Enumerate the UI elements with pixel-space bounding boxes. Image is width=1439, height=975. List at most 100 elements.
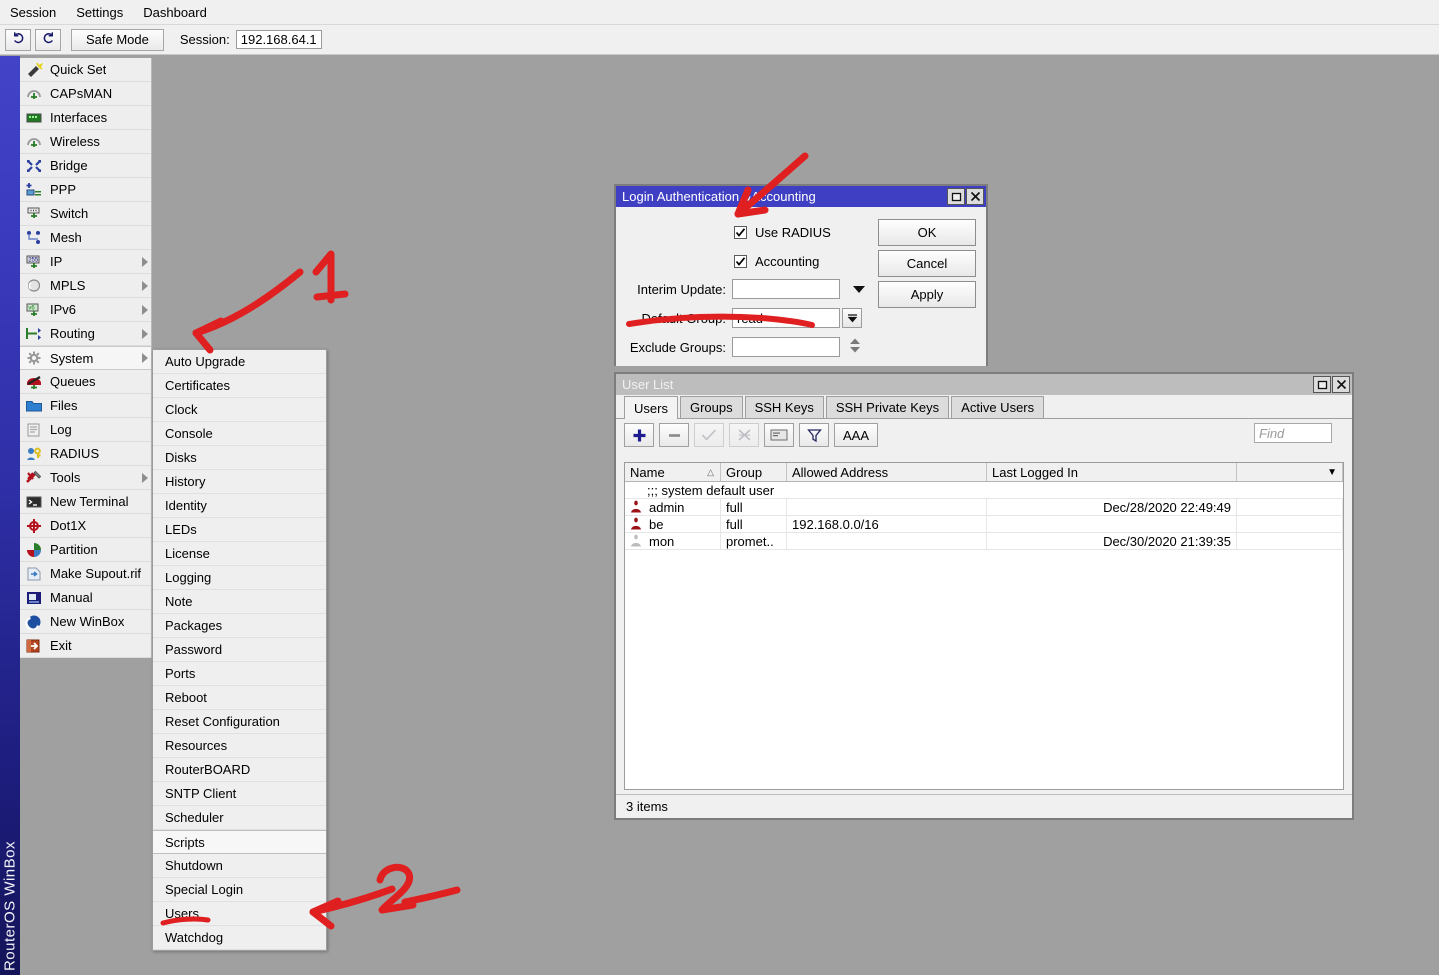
accounting-row[interactable]: Accounting — [734, 254, 819, 269]
submenu-item-sntp-client[interactable]: SNTP Client — [153, 782, 326, 806]
sidebar-item-mesh[interactable]: Mesh — [20, 226, 151, 250]
sidebar-item-new-terminal[interactable]: New Terminal — [20, 490, 151, 514]
cancel-button[interactable]: Cancel — [878, 250, 976, 277]
submenu-item-ports[interactable]: Ports — [153, 662, 326, 686]
tab-ssh-keys[interactable]: SSH Keys — [744, 396, 824, 418]
column-header-group[interactable]: Group — [721, 463, 787, 481]
sidebar-item-files[interactable]: Files — [20, 394, 151, 418]
submenu-item-license[interactable]: License — [153, 542, 326, 566]
submenu-item-password[interactable]: Password — [153, 638, 326, 662]
submenu-item-watchdog[interactable]: Watchdog — [153, 926, 326, 950]
default-group-dropdown-button[interactable] — [842, 308, 862, 328]
chevron-down-icon[interactable] — [852, 282, 866, 297]
use-radius-row[interactable]: Use RADIUS — [734, 225, 831, 240]
tab-users[interactable]: Users — [624, 396, 678, 419]
find-input[interactable]: Find — [1254, 423, 1332, 443]
submenu-item-resources[interactable]: Resources — [153, 734, 326, 758]
sidebar-item-capsman[interactable]: CAPsMAN — [20, 82, 151, 106]
user-list-titlebar[interactable]: User List — [616, 374, 1352, 395]
sidebar-item-manual[interactable]: Manual — [20, 586, 151, 610]
sidebar-item-mpls[interactable]: MPLS — [20, 274, 151, 298]
login-auth-titlebar[interactable]: Login Authentication &Accounting — [616, 186, 986, 207]
undo-button[interactable] — [5, 28, 31, 51]
submenu-item-reboot[interactable]: Reboot — [153, 686, 326, 710]
column-header-allowed-address[interactable]: Allowed Address — [787, 463, 987, 481]
sidebar-item-make-supout-rif[interactable]: Make Supout.rif — [20, 562, 151, 586]
ok-button[interactable]: OK — [878, 219, 976, 246]
spinner-up-down-icon[interactable] — [848, 337, 862, 357]
add-button[interactable] — [624, 423, 654, 447]
sidebar-item-ppp[interactable]: PPP — [20, 178, 151, 202]
sidebar-item-queues[interactable]: Queues — [20, 370, 151, 394]
submenu-item-auto-upgrade[interactable]: Auto Upgrade — [153, 350, 326, 374]
sidebar-item-ipv6[interactable]: v6 IPv6 — [20, 298, 151, 322]
close-icon[interactable] — [1332, 376, 1350, 393]
sidebar-item-new-winbox[interactable]: New WinBox — [20, 610, 151, 634]
sidebar-item-switch[interactable]: Switch — [20, 202, 151, 226]
sidebar-item-partition[interactable]: Partition — [20, 538, 151, 562]
sidebar-item-system[interactable]: System — [20, 346, 151, 370]
submenu-item-note[interactable]: Note — [153, 590, 326, 614]
sidebar-item-quick-set[interactable]: Quick Set — [20, 58, 151, 82]
submenu-item-certificates[interactable]: Certificates — [153, 374, 326, 398]
sidebar-item-routing[interactable]: Routing — [20, 322, 151, 346]
submenu-item-disks[interactable]: Disks — [153, 446, 326, 470]
submenu-item-clock[interactable]: Clock — [153, 398, 326, 422]
remove-button[interactable] — [659, 423, 689, 447]
apply-button[interactable]: Apply — [878, 281, 976, 308]
column-header-name[interactable]: Name △ — [625, 463, 721, 481]
submenu-item-identity[interactable]: Identity — [153, 494, 326, 518]
submenu-item-shutdown[interactable]: Shutdown — [153, 854, 326, 878]
tab-active-users[interactable]: Active Users — [951, 396, 1045, 418]
submenu-item-history[interactable]: History — [153, 470, 326, 494]
submenu-item-routerboard[interactable]: RouterBOARD — [153, 758, 326, 782]
column-header-menu[interactable]: ▼ — [1237, 463, 1343, 481]
submenu-item-special-login[interactable]: Special Login — [153, 878, 326, 902]
submenu-item-console[interactable]: Console — [153, 422, 326, 446]
submenu-item-leds[interactable]: LEDs — [153, 518, 326, 542]
disable-button[interactable] — [729, 423, 759, 447]
menu-item-dashboard[interactable]: Dashboard — [133, 2, 217, 23]
sidebar-item-radius[interactable]: RADIUS — [20, 442, 151, 466]
sidebar-item-tools[interactable]: Tools — [20, 466, 151, 490]
submenu-item-reset-configuration[interactable]: Reset Configuration — [153, 710, 326, 734]
tab-groups[interactable]: Groups — [679, 396, 743, 418]
enable-button[interactable] — [694, 423, 724, 447]
table-row[interactable]: mon promet.. Dec/30/2020 21:39:35 — [625, 533, 1343, 550]
submenu-item-users[interactable]: Users — [153, 902, 326, 926]
sidebar-item-log[interactable]: Log — [20, 418, 151, 442]
comment-row[interactable]: ;;; system default user — [625, 482, 1343, 499]
aaa-button[interactable]: AAA — [834, 423, 878, 447]
maximize-icon[interactable] — [947, 188, 965, 205]
menu-item-session[interactable]: Session — [0, 2, 66, 23]
sidebar-item-ip[interactable]: 255 IP — [20, 250, 151, 274]
session-address-input[interactable]: 192.168.64.1 — [235, 30, 322, 49]
close-icon[interactable] — [966, 188, 984, 205]
interim-update-input[interactable] — [732, 279, 840, 299]
sidebar-item-bridge[interactable]: Bridge — [20, 154, 151, 178]
accounting-checkbox[interactable] — [734, 255, 747, 268]
menu-item-settings[interactable]: Settings — [66, 2, 133, 23]
tab-ssh-private-keys[interactable]: SSH Private Keys — [825, 396, 950, 418]
sidebar-item-exit[interactable]: Exit — [20, 634, 151, 658]
use-radius-checkbox[interactable] — [734, 226, 747, 239]
filter-button[interactable] — [799, 423, 829, 447]
sidebar-item-dot1x[interactable]: Dot1X — [20, 514, 151, 538]
cell-last_logged_in: Dec/30/2020 21:39:35 — [987, 533, 1237, 549]
exclude-groups-input[interactable] — [732, 337, 840, 357]
default-group-input[interactable]: read — [732, 308, 840, 328]
column-menu-chevron-icon[interactable]: ▼ — [1327, 467, 1337, 478]
column-header-last-logged-in[interactable]: Last Logged In — [987, 463, 1237, 481]
maximize-icon[interactable] — [1313, 376, 1331, 393]
submenu-item-scheduler[interactable]: Scheduler — [153, 806, 326, 830]
submenu-item-logging[interactable]: Logging — [153, 566, 326, 590]
sidebar-item-wireless[interactable]: Wireless — [20, 130, 151, 154]
redo-button[interactable] — [35, 28, 61, 51]
sidebar-item-interfaces[interactable]: Interfaces — [20, 106, 151, 130]
submenu-item-packages[interactable]: Packages — [153, 614, 326, 638]
comment-button[interactable] — [764, 423, 794, 447]
table-row[interactable]: admin full Dec/28/2020 22:49:49 — [625, 499, 1343, 516]
table-row[interactable]: be full 192.168.0.0/16 — [625, 516, 1343, 533]
submenu-item-scripts[interactable]: Scripts — [153, 830, 326, 854]
safe-mode-button[interactable]: Safe Mode — [71, 28, 164, 51]
